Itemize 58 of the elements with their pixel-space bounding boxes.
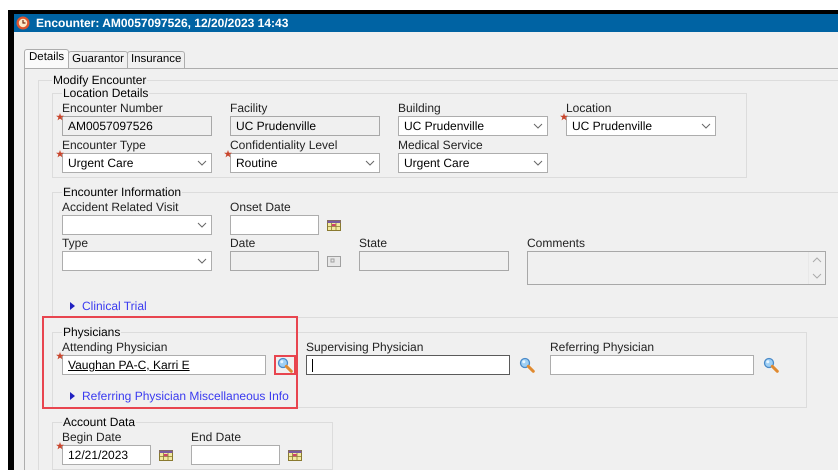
search-icon[interactable]	[762, 356, 780, 374]
caret-right-icon	[70, 302, 75, 310]
group-title: Physicians	[62, 325, 122, 339]
window-title: Encounter: AM0057097526, 12/20/2023 14:43	[36, 16, 288, 30]
field-label: Type	[62, 236, 90, 251]
field-label: Comments	[527, 236, 586, 251]
field-label: Accident Related Visit	[62, 200, 180, 215]
dropdown[interactable]: Urgent Care	[398, 153, 548, 173]
field-label: Location	[566, 101, 612, 116]
field-label: Referring Physician	[550, 340, 656, 355]
field-label: Encounter Number	[62, 101, 164, 116]
tab[interactable]: Insurance	[126, 51, 186, 68]
dropdown[interactable]: Routine	[230, 153, 380, 173]
search-icon[interactable]	[518, 356, 536, 374]
field-label: Medical Service	[398, 138, 484, 153]
lookup-field[interactable]: Vaughan PA-C, Karri E	[62, 355, 266, 375]
expander-link[interactable]: Clinical Trial	[70, 299, 147, 313]
dropdown[interactable]	[62, 251, 212, 271]
group-title: Location Details	[63, 86, 150, 100]
dropdown[interactable]: UC Prudenville	[566, 116, 716, 136]
dropdown[interactable]	[62, 215, 212, 235]
chevron-down-icon	[197, 222, 207, 228]
chevron-down-icon	[533, 160, 543, 166]
calendar-icon[interactable]	[159, 450, 173, 460]
field-label: Onset Date	[230, 200, 292, 215]
field-label: Encounter Type	[62, 138, 147, 153]
chevron-down-icon	[533, 123, 543, 129]
group-title: Modify Encounter	[52, 73, 148, 87]
chevron-down-icon	[365, 160, 375, 166]
tab[interactable]: Details	[24, 49, 70, 68]
calendar-icon[interactable]	[327, 220, 341, 230]
field-label: Begin Date	[62, 430, 122, 445]
caret-right-icon	[70, 392, 75, 400]
search-icon[interactable]	[274, 355, 296, 375]
date-field[interactable]	[191, 445, 280, 465]
field-label: Confidentiality Level	[230, 138, 338, 153]
field-label: End Date	[191, 430, 242, 445]
field-label: Facility	[230, 101, 268, 116]
field-label: State	[359, 236, 388, 251]
date-field[interactable]: 12/21/2023	[62, 445, 151, 465]
chevron-down-icon	[197, 258, 207, 264]
chevron-down-icon	[197, 160, 207, 166]
expander-link[interactable]: Referring Physician Miscellaneous Info	[70, 389, 289, 403]
chevron-down-icon	[701, 123, 711, 129]
dropdown[interactable]: Urgent Care	[62, 153, 212, 173]
date-field[interactable]	[230, 215, 319, 235]
dropdown[interactable]: UC Prudenville	[398, 116, 548, 136]
lookup-field[interactable]	[306, 355, 510, 375]
lookup-field[interactable]	[550, 355, 754, 375]
group-title: Encounter Information	[62, 185, 182, 199]
calendar-icon[interactable]	[288, 450, 302, 460]
field-label: Attending Physician	[62, 340, 168, 355]
clock-icon	[16, 16, 30, 30]
group-title: Account Data	[62, 415, 136, 429]
field-label: Date	[230, 236, 256, 251]
field-label: Supervising Physician	[306, 340, 424, 355]
calendar-icon	[327, 256, 341, 266]
field-label: Building	[398, 101, 442, 116]
